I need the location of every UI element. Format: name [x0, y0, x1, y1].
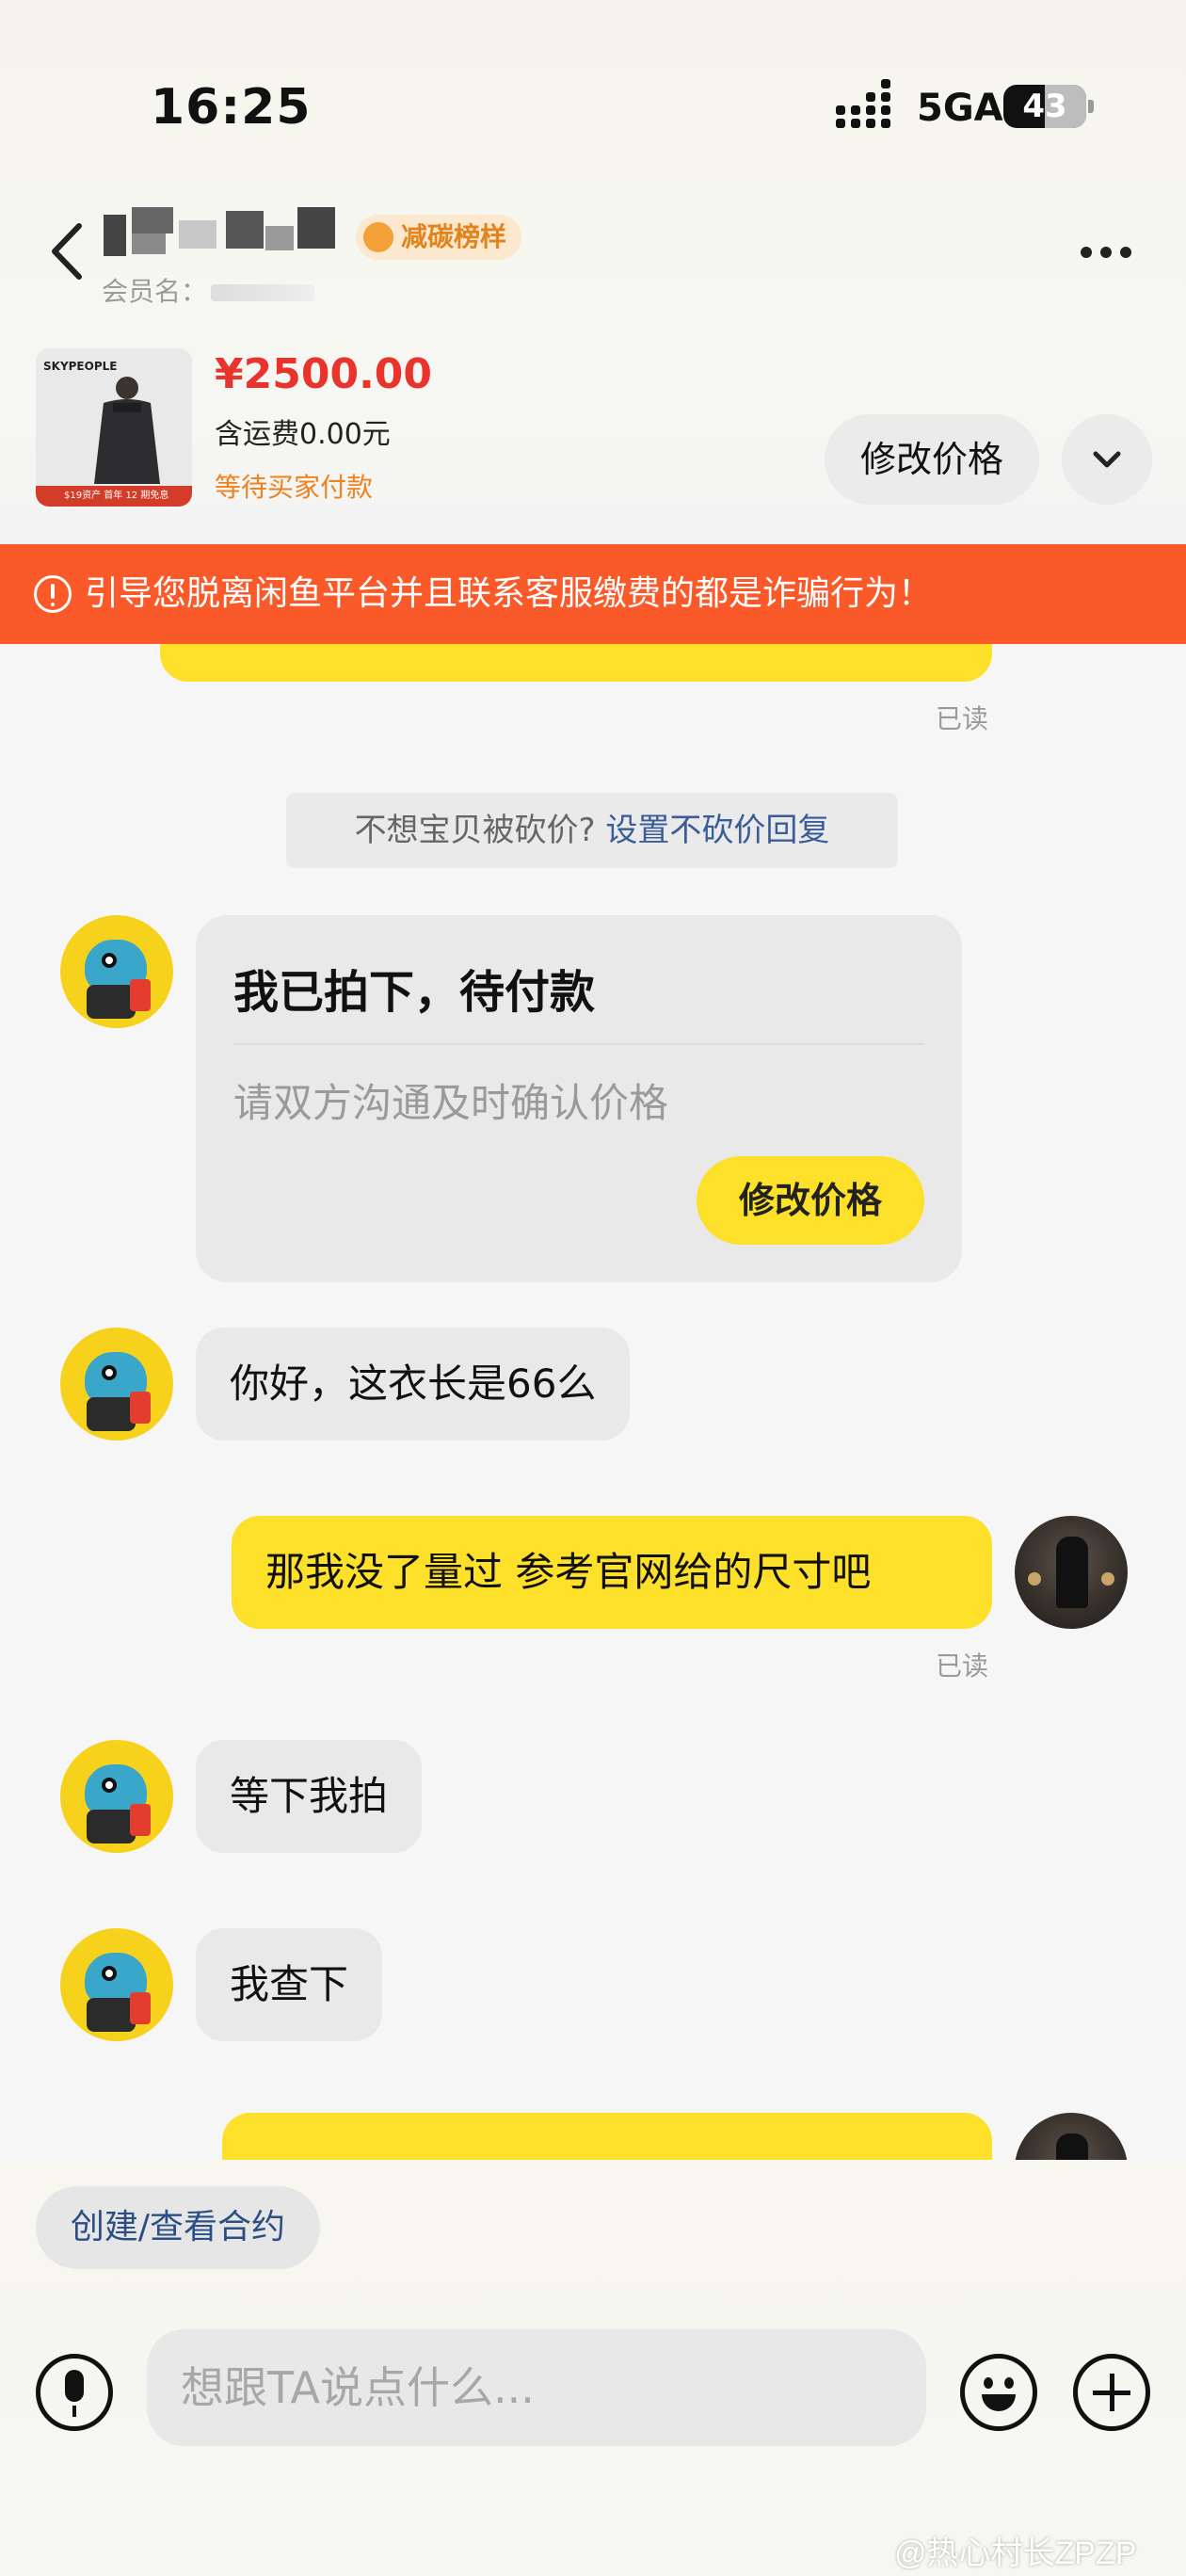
order-card: 我已拍下，待付款 请双方沟通及时确认价格 修改价格 — [196, 915, 962, 1282]
shipping-info: 含运费0.00元 — [215, 418, 391, 451]
order-card-title: 我已拍下，待付款 — [233, 966, 596, 1019]
battery-icon: 43 — [1003, 85, 1086, 128]
chevron-down-icon[interactable] — [1062, 414, 1152, 505]
member-name: 会员名： — [102, 271, 315, 309]
message-input[interactable]: 想跟TA说点什么... — [147, 2329, 926, 2446]
product-thumbnail[interactable]: SKYPEOPLE $19资产 首年 12 期免息 — [36, 348, 192, 507]
microphone-icon[interactable] — [36, 2354, 113, 2431]
my-avatar[interactable] — [1015, 1516, 1128, 1629]
emoji-icon[interactable] — [960, 2354, 1037, 2431]
read-receipt: 已读 — [936, 703, 989, 734]
card-edit-price-button[interactable]: 修改价格 — [697, 1156, 924, 1245]
divider — [233, 1043, 924, 1045]
more-options-icon[interactable] — [1073, 233, 1139, 271]
message-bubble-partial — [160, 644, 992, 682]
my-avatar[interactable] — [1015, 2113, 1128, 2160]
leaf-icon — [363, 222, 393, 252]
fraud-warning-banner: 引导您脱离闲鱼平台并且联系客服缴费的都是诈骗行为！ — [0, 544, 1186, 644]
contact-name-pixelated — [104, 207, 348, 260]
battery-tip — [1088, 100, 1094, 113]
system-tip-text: 不想宝贝被砍价? — [354, 812, 606, 849]
jacket-model-image — [94, 377, 160, 484]
message-bubble-received[interactable]: 你好，这衣长是66么 — [196, 1328, 631, 1441]
chat-area[interactable]: 已读 不想宝贝被砍价? 设置不砍价回复 我已拍下，待付款 请双方沟通及时确认价格… — [0, 644, 1186, 2160]
warning-icon — [34, 575, 72, 613]
signal-icon — [836, 79, 902, 128]
contact-avatar[interactable] — [60, 1328, 173, 1441]
member-label: 会员名： — [102, 276, 208, 307]
contract-button[interactable]: 创建/查看合约 — [36, 2186, 320, 2269]
contact-avatar[interactable] — [60, 1928, 173, 2041]
battery-level: 43 — [1022, 88, 1067, 125]
warning-text: 引导您脱离闲鱼平台并且联系客服缴费的都是诈骗行为！ — [85, 574, 933, 613]
status-time: 16:25 — [151, 79, 312, 136]
product-price: ¥2500.00 — [215, 350, 433, 398]
plus-icon[interactable] — [1073, 2354, 1150, 2431]
order-card-desc: 请双方沟通及时确认价格 — [233, 1080, 669, 1126]
message-bubble-received[interactable]: 等下我拍 — [196, 1740, 423, 1853]
no-bargain-reply-link[interactable]: 设置不砍价回复 — [605, 812, 829, 849]
order-status: 等待买家付款 — [215, 472, 374, 503]
edit-price-button[interactable]: 修改价格 — [825, 414, 1039, 505]
contact-avatar[interactable] — [60, 915, 173, 1028]
member-name-blurred — [211, 284, 315, 301]
carbon-badge[interactable]: 减碳榜样 — [356, 215, 522, 260]
system-tip: 不想宝贝被砍价? 设置不砍价回复 — [286, 793, 898, 868]
message-bubble-sent[interactable]: 那我没了量过 参考官网给的尺寸吧 — [232, 1516, 992, 1629]
read-receipt: 已读 — [936, 1650, 989, 1682]
badge-label: 减碳榜样 — [401, 221, 507, 252]
network-type: 5GA — [917, 87, 1003, 130]
status-bar: 16:25 5GA 43 — [0, 0, 1186, 188]
contact-avatar[interactable] — [60, 1740, 173, 1853]
back-arrow-icon[interactable] — [45, 218, 92, 284]
thumb-banner: $19资产 首年 12 期免息 — [36, 486, 192, 507]
message-bubble-received[interactable]: 我查下 — [196, 1928, 383, 2041]
message-bubble-partial — [222, 2113, 992, 2160]
watermark: @热心村长ZPZP — [894, 2536, 1137, 2571]
